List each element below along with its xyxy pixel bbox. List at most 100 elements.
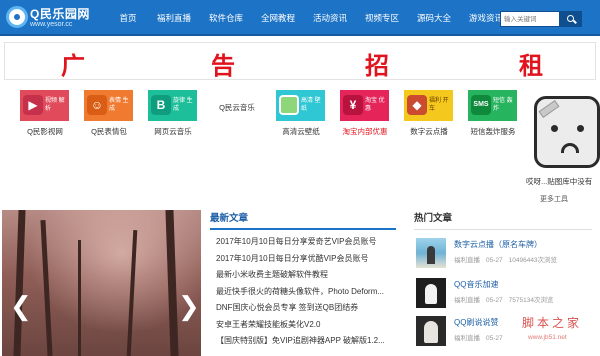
search-input[interactable] xyxy=(500,11,560,27)
app-taobao-coupon[interactable]: ¥ 淘宝 优惠 淘宝内部优惠 xyxy=(334,90,396,138)
tile-text: 福利 开车 xyxy=(429,98,449,112)
article-views: 7575134次浏览 xyxy=(508,297,554,304)
nav-tutorials[interactable]: 全网教程 xyxy=(252,0,304,36)
video-icon: ▶ 视频 解析 xyxy=(20,90,69,121)
app-label: Q民表情包 xyxy=(91,127,127,136)
app-emoji[interactable]: ☺ 表情 生成 Q民表情包 xyxy=(78,90,140,138)
article-category: 福利直播 xyxy=(454,257,480,264)
image-slider[interactable]: ❮ ❯ xyxy=(2,210,201,356)
app-sms[interactable]: SMS 短信 轰炸 短信轰炸服务 xyxy=(462,90,524,138)
top-navigation-bar: Q民乐园网 www.yesor.cc 首页 福利直播 软件仓库 全网教程 活动资… xyxy=(0,0,600,36)
article-link[interactable]: 2017年10月10日每日分享优酷VIP会员账号 xyxy=(210,251,396,268)
nav-news[interactable]: 活动资讯 xyxy=(304,0,356,36)
nav-video[interactable]: 视频专区 xyxy=(356,0,408,36)
app-label: 高清云壁纸 xyxy=(282,127,320,136)
wallpaper-icon: 高清 壁纸 xyxy=(276,90,325,121)
nav-live[interactable]: 福利直播 xyxy=(148,0,200,36)
watermark-text: 脚 本 之 家 xyxy=(522,316,580,330)
search-icon-handle xyxy=(573,19,577,24)
hot-article-item[interactable]: QQ音乐加速 福利直播 05-27 7575134次浏览 xyxy=(416,278,600,316)
nav-source[interactable]: 源码大全 xyxy=(408,0,460,36)
coupon-icon: ¥ 淘宝 优惠 xyxy=(340,90,389,121)
app-digital-vod[interactable]: ◆ 福利 开车 数字云点播 xyxy=(398,90,460,138)
site-logo[interactable]: Q民乐园网 www.yesor.cc xyxy=(6,3,102,33)
app-label: 网页云音乐 xyxy=(154,127,192,136)
app-cloud-music[interactable]: Q民云音乐 xyxy=(206,90,268,138)
tile-text: 旋律 生成 xyxy=(173,98,193,112)
app-label: Q民云音乐 xyxy=(219,103,255,112)
article-link[interactable]: 【国庆特别版】免VIP追剧神器APP 破解版1.2... xyxy=(210,333,396,350)
logo-url: www.yesor.cc xyxy=(30,21,73,28)
slider-prev-icon[interactable]: ❮ xyxy=(10,294,32,320)
hot-article-title: QQ音乐加速 xyxy=(454,280,499,289)
app-wallpaper[interactable]: 高清 壁纸 高清云壁纸 xyxy=(270,90,332,138)
app-web-music[interactable]: B 旋律 生成 网页云音乐 xyxy=(142,90,204,138)
tile-text: 淘宝 优惠 xyxy=(365,98,385,112)
article-link[interactable]: 最近快手很火的荷糖头像软件，Photo Deform... xyxy=(210,284,396,301)
sad-eye xyxy=(551,125,558,132)
emoji-icon: ☺ 表情 生成 xyxy=(84,90,133,121)
tile-text: 表情 生成 xyxy=(109,98,129,112)
main-menu: 首页 福利直播 软件仓库 全网教程 活动资讯 视频专区 源码大全 游戏资讯 xyxy=(108,0,512,36)
article-thumbnail xyxy=(416,238,446,268)
nav-home[interactable]: 首页 xyxy=(108,0,148,36)
hot-divider xyxy=(414,229,592,230)
article-thumbnail xyxy=(416,316,446,346)
nav-software[interactable]: 软件仓库 xyxy=(200,0,252,36)
sad-face-icon xyxy=(534,96,600,168)
music-icon: B 旋律 生成 xyxy=(148,90,197,121)
site-watermark: 脚 本 之 家 www.jb51.net xyxy=(514,312,598,352)
article-thumbnail xyxy=(416,278,446,308)
tile-text: 高清 壁纸 xyxy=(301,98,321,112)
hot-article-item[interactable]: 数字云点播（原名车牌） 福利直播 05-27 10496443次浏览 xyxy=(416,238,600,276)
article-date: 05-27 xyxy=(486,335,503,342)
tool-icon-row: ▶ 视频 解析 Q民影视网 ☺ 表情 生成 Q民表情包 B 旋律 生成 网页云音… xyxy=(14,90,524,138)
logo-text: Q民乐园网 xyxy=(30,7,90,21)
article-category: 福利直播 xyxy=(454,297,480,304)
latest-title: 最新文章 xyxy=(210,213,249,224)
tree-trunk xyxy=(78,240,81,356)
more-tools-link[interactable]: 更多工具 xyxy=(540,194,568,204)
banner-char: 招 xyxy=(365,54,389,80)
app-label: Q民影视网 xyxy=(27,127,63,136)
tile-symbol: ▶ xyxy=(23,95,43,115)
article-link[interactable]: 最新小米收费主题破解软件教程 xyxy=(210,267,396,284)
tile-symbol xyxy=(279,95,299,115)
article-views: 10496443次浏览 xyxy=(508,257,558,264)
bandage-icon xyxy=(538,99,560,119)
banner-char: 租 xyxy=(519,54,543,80)
slider-next-icon[interactable]: ❯ xyxy=(178,294,200,320)
logo-mark-icon xyxy=(6,6,28,28)
hot-article-meta: 福利直播 05-27 10496443次浏览 xyxy=(454,254,563,264)
app-video-parse[interactable]: ▶ 视频 解析 Q民影视网 xyxy=(14,90,76,138)
sad-mouth xyxy=(561,143,579,153)
hot-article-meta: 福利直播 05-27 xyxy=(454,332,515,342)
missing-image-text: 哎呀...贴图库中没有 xyxy=(526,177,593,186)
article-link[interactable]: DNF国庆心悦会员专享 签到送QB团结券 xyxy=(210,300,396,317)
article-link[interactable]: 安卓王者荣耀技能板美化V2.0 xyxy=(210,317,396,334)
tile-symbol: ☺ xyxy=(87,95,107,115)
banner-char: 广 xyxy=(61,54,85,80)
image-missing-card: 哎呀...贴图库中没有 更多工具 xyxy=(526,86,600,208)
sad-eye xyxy=(577,125,584,132)
sms-icon: SMS 短信 轰炸 xyxy=(468,90,517,121)
article-category: 福利直播 xyxy=(454,335,480,342)
ad-banner[interactable]: 广 告 招 租 xyxy=(4,42,596,80)
tile-text: 短信 轰炸 xyxy=(493,98,513,112)
article-link[interactable]: 2017年10月10日每日分享爱奇艺VIP会员账号 xyxy=(210,234,396,251)
article-date: 05-27 xyxy=(486,297,503,304)
app-label: 数字云点播 xyxy=(410,127,448,136)
app-label: 淘宝内部优惠 xyxy=(342,127,388,136)
hot-article-meta: 福利直播 05-27 7575134次浏览 xyxy=(454,294,559,304)
hot-title: 热门文章 xyxy=(414,213,453,224)
tile-text: 视频 解析 xyxy=(45,98,65,112)
tile-symbol: B xyxy=(151,95,171,115)
hot-article-title: 数字云点播（原名车牌） xyxy=(454,240,542,249)
latest-articles: 最新文章 2017年10月10日每日分享爱奇艺VIP会员账号 2017年10月1… xyxy=(210,210,396,356)
hot-article-title: QQ刷说说赞 xyxy=(454,318,499,327)
banner-char: 告 xyxy=(211,54,235,80)
watermark-url: www.jb51.net xyxy=(528,334,567,341)
play-icon: ◆ 福利 开车 xyxy=(404,90,453,121)
tile-symbol: ◆ xyxy=(407,95,427,115)
search-button[interactable] xyxy=(560,11,582,27)
